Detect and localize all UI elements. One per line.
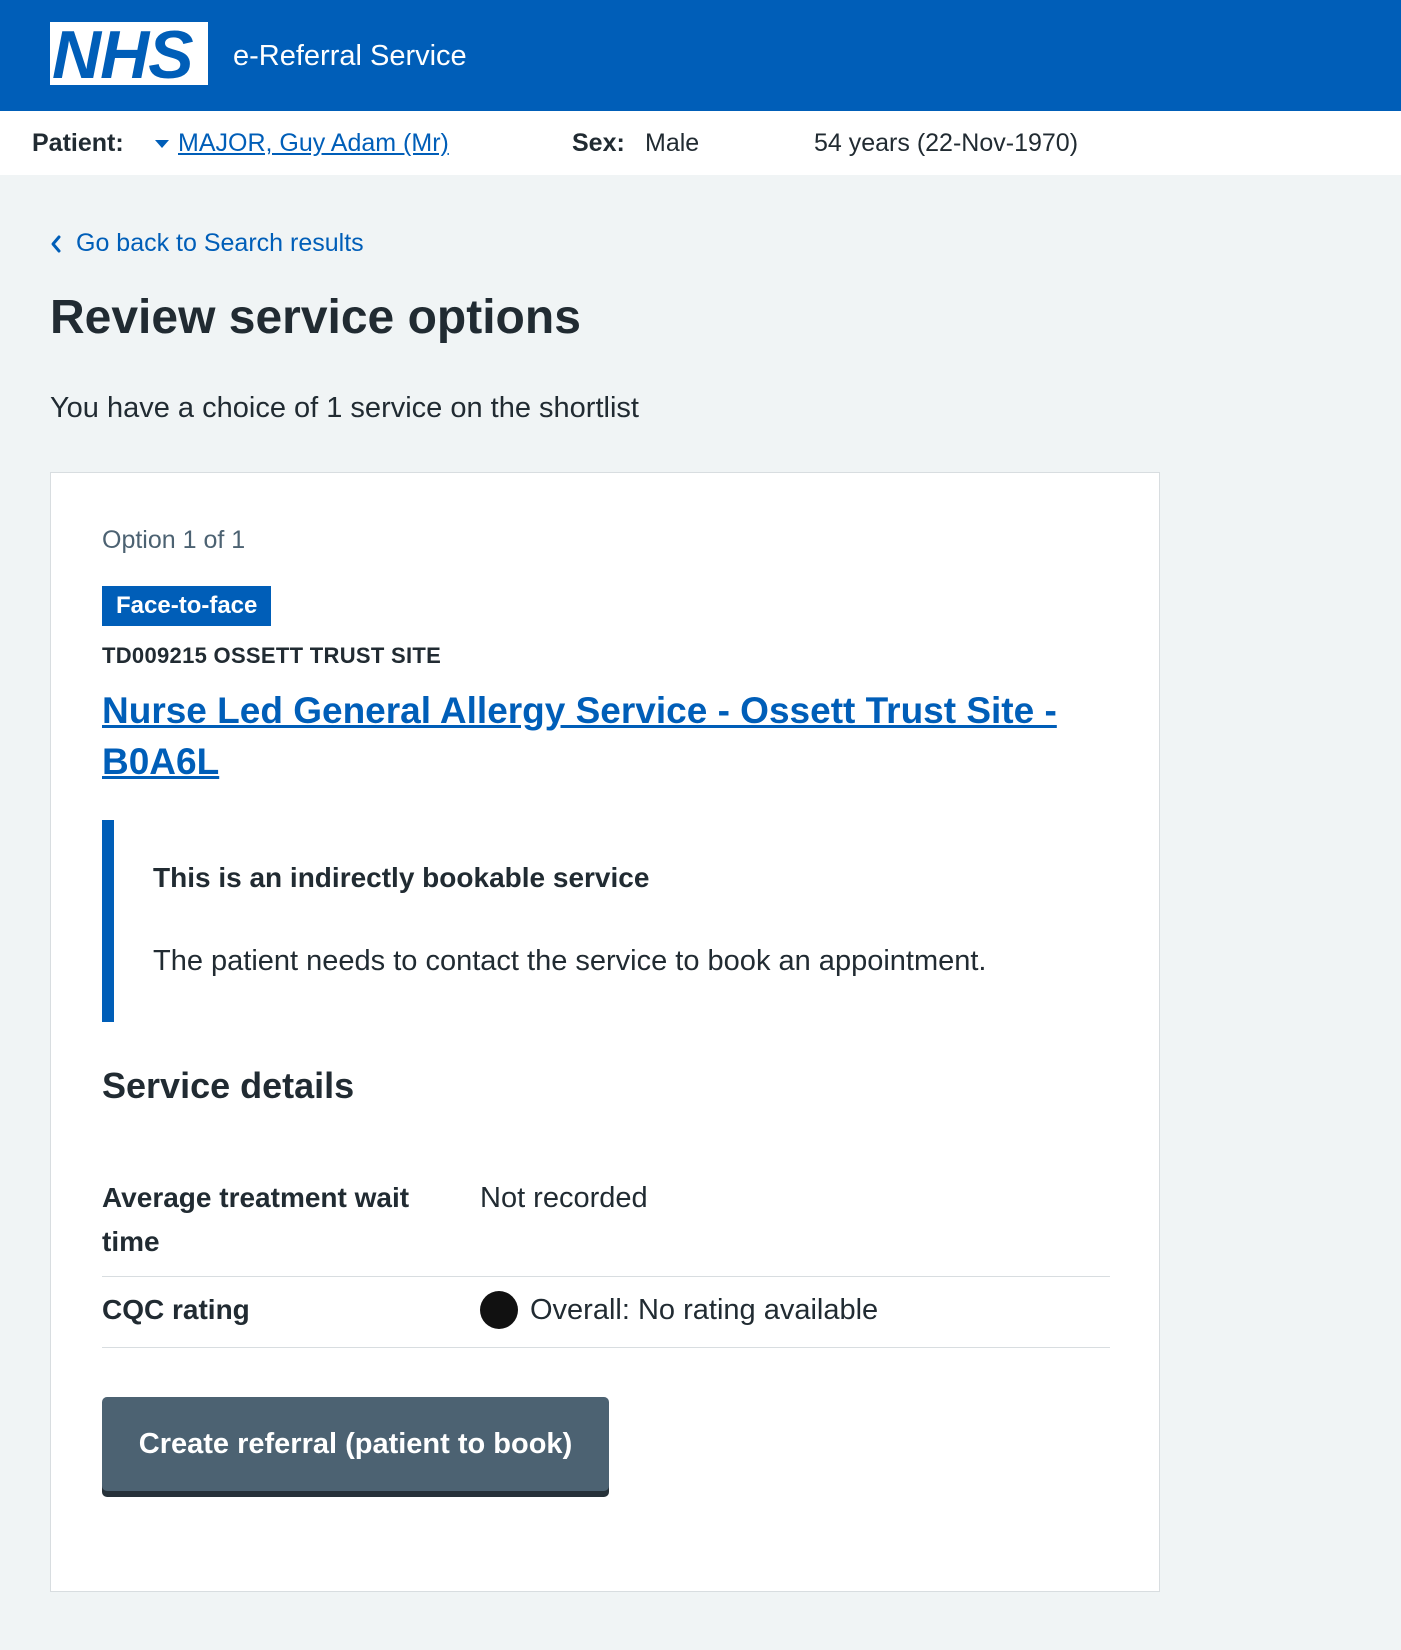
patient-label: Patient:: [32, 129, 124, 157]
appointment-type-tag: Face-to-face: [102, 586, 272, 626]
nhs-logo[interactable]: NHS: [50, 17, 208, 93]
patient-name-link[interactable]: MAJOR, Guy Adam (Mr): [178, 129, 449, 158]
page-title: Review service options: [50, 291, 581, 344]
cqc-rating-key: CQC rating: [102, 1294, 250, 1325]
nhs-logo-text: NHS: [52, 17, 194, 93]
summary-row-cqc-rating: CQC rating Overall: No rating available: [102, 1277, 1110, 1348]
caret-down-icon[interactable]: [155, 140, 169, 148]
back-link[interactable]: Go back to Search results: [50, 229, 364, 258]
age-dob: 54 years (22-Nov-1970): [814, 129, 1079, 157]
service-name[interactable]: e-Referral Service: [233, 40, 467, 73]
cqc-rating-value: Overall: No rating available: [530, 1294, 879, 1326]
summary-row-wait-time: Average treatment wait time Not recorded: [102, 1163, 1110, 1277]
site-code: TD009215 OSSETT TRUST SITE: [102, 643, 442, 668]
inset-title: This is an indirectly bookable service: [153, 862, 650, 893]
patient-banner: Patient: MAJOR, Guy Adam (Mr) Sex: Male …: [0, 111, 1401, 175]
choice-summary: You have a choice of 1 service on the sh…: [50, 392, 639, 424]
rating-dot-icon: [480, 1291, 518, 1329]
service-name-link[interactable]: Nurse Led General Allergy Service - Osse…: [102, 685, 1102, 787]
sex-label: Sex:: [572, 129, 625, 157]
wait-time-value: Not recorded: [480, 1182, 648, 1214]
create-referral-button[interactable]: Create referral (patient to book): [102, 1397, 609, 1491]
back-link-label: Go back to Search results: [76, 229, 364, 257]
service-option-card: Option 1 of 1 Face-to-face TD009215 OSSE…: [50, 472, 1160, 1592]
option-counter: Option 1 of 1: [102, 526, 246, 554]
site-header: NHS e-Referral Service: [0, 0, 1401, 111]
wait-time-key: Average treatment wait time: [102, 1182, 410, 1257]
indirect-booking-inset: This is an indirectly bookable service T…: [102, 820, 1082, 1022]
chevron-left-icon: [51, 235, 61, 252]
inset-body: The patient needs to contact the service…: [153, 945, 987, 977]
sex-value: Male: [645, 129, 700, 157]
service-details-heading: Service details: [102, 1065, 355, 1106]
